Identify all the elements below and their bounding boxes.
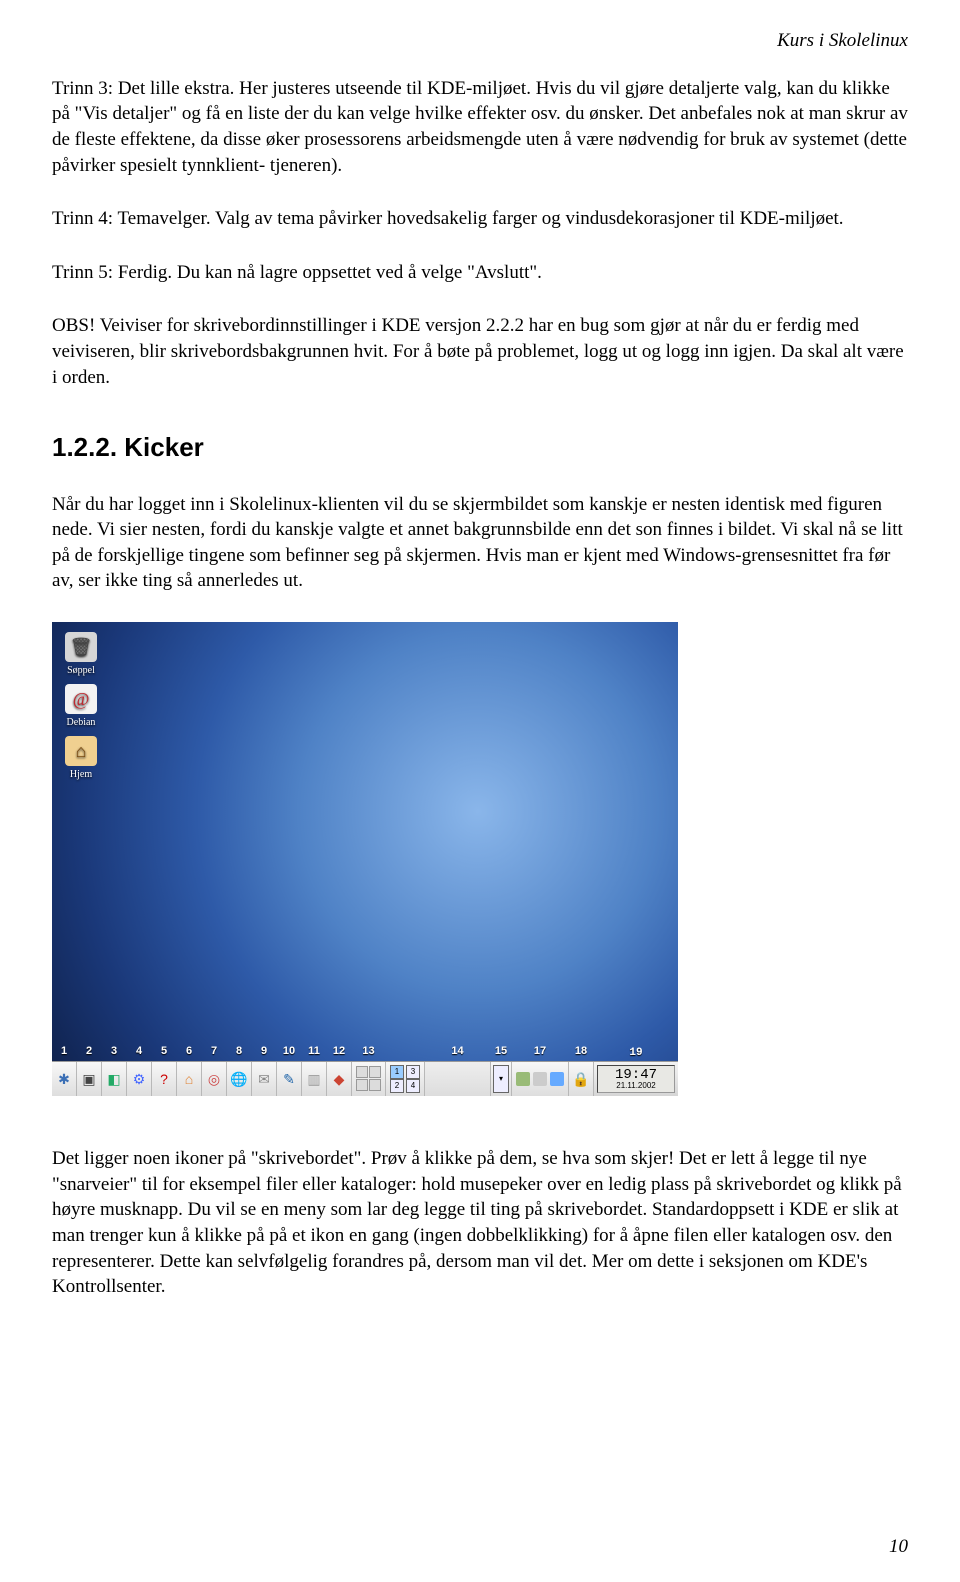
panel-button-12[interactable]: 12 ◆ — [327, 1062, 352, 1096]
writer-icon: ✎ — [283, 1070, 295, 1089]
terminal-icon: ▣ — [82, 1070, 95, 1089]
desktop-pager[interactable]: 1 3 2 4 — [386, 1062, 425, 1096]
panel-button-9[interactable]: 9 ✉ — [252, 1062, 277, 1096]
taskbar[interactable]: 14 — [425, 1062, 491, 1096]
kicker-panel: 1 ✱ 2 ▣ 3 ◧ 4 ⚙ 5 ? 6 ⌂ — [52, 1061, 678, 1096]
panel-button-3[interactable]: 3 ◧ — [102, 1062, 127, 1096]
paragraph-trinn3: Trinn 3: Det lille ekstra. Her justeres … — [52, 76, 908, 179]
panel-clock[interactable]: 19 19:47 21.11.2002 — [597, 1065, 675, 1093]
page-header: Kurs i Skolelinux — [52, 28, 908, 54]
callout: 12 — [333, 1044, 345, 1059]
panel-button-5[interactable]: 5 ? — [152, 1062, 177, 1096]
callout: 7 — [211, 1044, 217, 1059]
callout: 5 — [161, 1044, 167, 1059]
callout: 16 — [495, 1095, 507, 1096]
panel-button-7[interactable]: 7 ◎ — [202, 1062, 227, 1096]
control-center-icon: ⚙ — [133, 1070, 146, 1089]
desktop-icon-label: Søppel — [67, 665, 95, 676]
tray-icon[interactable] — [533, 1072, 547, 1086]
heading-kicker: 1.2.2. Kicker — [52, 430, 908, 465]
desktop-trash-icon: 🗑 Søppel — [60, 632, 102, 678]
callout: 11 — [308, 1044, 320, 1059]
clock-time: 19:47 — [615, 1068, 657, 1082]
home-icon: ⌂ — [185, 1070, 193, 1089]
callout: 8 — [236, 1044, 242, 1059]
panel-button-2[interactable]: 2 ▣ — [77, 1062, 102, 1096]
pager-desk-2[interactable]: 2 — [390, 1079, 404, 1093]
panel-button-4[interactable]: 4 ⚙ — [127, 1062, 152, 1096]
callout: 14 — [451, 1044, 463, 1059]
callout: 15 — [495, 1044, 507, 1059]
callout: 3 — [111, 1044, 117, 1059]
callout: 4 — [136, 1044, 142, 1059]
callout: 18 — [575, 1044, 587, 1059]
callout: 17 — [534, 1044, 546, 1059]
desktop-home-icon: ⌂ Hjem — [60, 736, 102, 782]
impress-icon: ◆ — [334, 1070, 345, 1089]
paragraph-desktop-icons: Det ligger noen ikoner på "skrivebordet"… — [52, 1146, 908, 1300]
tray-icon[interactable] — [516, 1072, 530, 1086]
callout: 10 — [283, 1044, 295, 1059]
paragraph-kicker-intro: Når du har logget inn i Skolelinux-klien… — [52, 492, 908, 595]
kmenu-button[interactable]: 1 ✱ — [52, 1062, 77, 1096]
desktop-icon-label: Debian — [67, 717, 96, 728]
callout: 1 — [61, 1044, 67, 1059]
clock-date: 21.11.2002 — [616, 1082, 655, 1090]
pager-desk-4[interactable]: 4 — [406, 1079, 420, 1093]
quick-launch-grid[interactable]: 13 — [352, 1062, 386, 1096]
lifebuoy-icon: ◎ — [208, 1070, 220, 1089]
pager-desk-1[interactable]: 1 — [390, 1065, 404, 1079]
calc-icon: ▥ — [307, 1070, 320, 1089]
panel-button-10[interactable]: 10 ✎ — [277, 1062, 302, 1096]
window-list[interactable]: 15 16 ▾ — [491, 1062, 512, 1096]
paragraph-obs: OBS! Veiviser for skrivebordinnstillinge… — [52, 313, 908, 390]
callout: 6 — [186, 1044, 192, 1059]
desktop-debian-icon: @ Debian — [60, 684, 102, 730]
panel-button-8[interactable]: 8 🌐 — [227, 1062, 252, 1096]
callout: 2 — [86, 1044, 92, 1059]
lock-icon: 🔒 — [572, 1070, 589, 1089]
panel-button-11[interactable]: 11 ▥ — [302, 1062, 327, 1096]
page-number: 10 — [889, 1534, 908, 1560]
system-tray[interactable]: 17 — [512, 1062, 569, 1096]
mail-icon: ✉ — [258, 1070, 270, 1089]
lock-logout-button[interactable]: 18 🔒 — [569, 1062, 594, 1096]
pager-desk-3[interactable]: 3 — [406, 1065, 420, 1079]
konqueror-icon: 🌐 — [230, 1070, 247, 1089]
kde-gear-icon: ✱ — [58, 1070, 70, 1089]
help-icon: ? — [160, 1070, 168, 1089]
desktop-icon-label: Hjem — [70, 769, 92, 780]
callout: 19 — [629, 1048, 642, 1059]
callout: 9 — [261, 1044, 267, 1059]
kde-desktop-screenshot: 🗑 Søppel @ Debian ⌂ Hjem 1 ✱ 2 ▣ 3 ◧ — [52, 622, 678, 1096]
callout: 13 — [362, 1044, 374, 1059]
panel-button-6[interactable]: 6 ⌂ — [177, 1062, 202, 1096]
tray-icon[interactable] — [550, 1072, 564, 1086]
paragraph-trinn5: Trinn 5: Ferdig. Du kan nå lagre oppsett… — [52, 260, 908, 286]
paragraph-trinn4: Trinn 4: Temavelger. Valg av tema påvirk… — [52, 206, 908, 232]
desktop-access-icon: ◧ — [107, 1070, 120, 1089]
